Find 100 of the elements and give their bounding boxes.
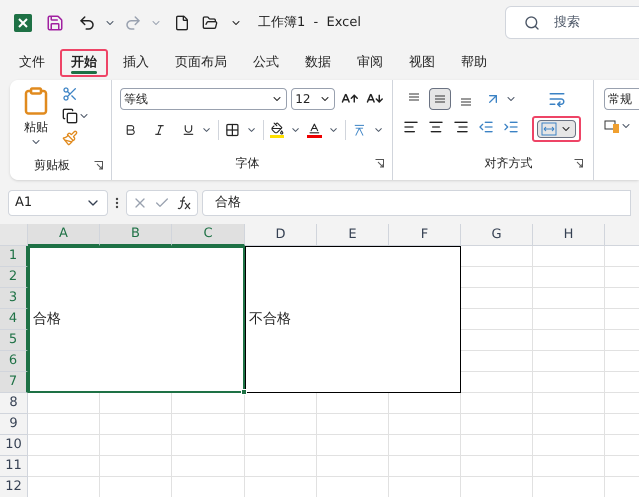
menu-tab[interactable]: 开始	[60, 48, 108, 76]
empty-cell[interactable]	[533, 456, 605, 477]
empty-cell[interactable]	[245, 456, 317, 477]
save-icon[interactable]	[46, 14, 64, 32]
column-header[interactable]: H	[533, 224, 605, 246]
open-folder-icon[interactable]	[202, 14, 218, 30]
column-header[interactable]: D	[245, 224, 317, 246]
empty-cell[interactable]	[461, 246, 533, 267]
menu-tab[interactable]: 数据	[294, 48, 342, 76]
insert-function-icon[interactable]	[176, 195, 192, 211]
align-left-icon[interactable]	[403, 119, 419, 135]
empty-cell[interactable]	[317, 456, 389, 477]
empty-cell[interactable]	[172, 435, 245, 456]
align-right-icon[interactable]	[453, 119, 469, 135]
empty-cell[interactable]	[389, 414, 461, 435]
empty-cell[interactable]	[317, 414, 389, 435]
menu-tab[interactable]: 文件	[8, 48, 56, 76]
cut-icon[interactable]	[62, 86, 78, 102]
empty-cell[interactable]	[461, 393, 533, 414]
empty-cell[interactable]	[100, 456, 172, 477]
empty-cell[interactable]	[533, 393, 605, 414]
empty-cell[interactable]	[461, 267, 533, 288]
wrap-text-icon[interactable]	[548, 90, 566, 108]
column-header[interactable]: G	[461, 224, 533, 246]
menu-tab[interactable]: 插入	[112, 48, 160, 76]
row-header[interactable]: 3	[0, 288, 28, 309]
font-name-field[interactable]: 等线	[120, 88, 288, 110]
row-header[interactable]: 11	[0, 456, 28, 477]
empty-cell[interactable]	[533, 330, 605, 351]
row-header[interactable]: 7	[0, 372, 28, 393]
search-field[interactable]: 搜索	[505, 6, 639, 39]
empty-cell[interactable]	[100, 435, 172, 456]
menu-tab[interactable]: 帮助	[450, 48, 498, 76]
empty-cell[interactable]	[389, 456, 461, 477]
merged-cell[interactable]: 合格	[28, 246, 245, 393]
empty-cell[interactable]	[461, 330, 533, 351]
empty-cell[interactable]	[461, 414, 533, 435]
new-file-icon[interactable]	[174, 14, 190, 30]
more-options-icon[interactable]	[115, 197, 119, 209]
align-center-icon[interactable]	[428, 119, 444, 135]
bold-icon[interactable]	[124, 123, 137, 137]
column-header[interactable]: F	[389, 224, 461, 246]
merged-cell[interactable]: 不合格	[245, 246, 461, 393]
empty-cell[interactable]	[389, 393, 461, 414]
row-header[interactable]: 6	[0, 351, 28, 372]
font-size-field[interactable]: 12	[291, 88, 335, 110]
empty-cell[interactable]	[533, 351, 605, 372]
row-header[interactable]: 5	[0, 330, 28, 351]
launcher-icon[interactable]	[94, 160, 103, 170]
empty-cell[interactable]	[461, 288, 533, 309]
conditional-format-icon[interactable]	[604, 118, 620, 134]
row-header[interactable]: 8	[0, 393, 28, 414]
empty-cell[interactable]	[533, 309, 605, 330]
fill-color-icon[interactable]	[270, 122, 284, 138]
name-box[interactable]: A1	[8, 190, 108, 216]
row-header[interactable]: 1	[0, 246, 28, 267]
empty-cell[interactable]	[533, 435, 605, 456]
row-header[interactable]: 12	[0, 477, 28, 497]
phonetic-guide-icon[interactable]	[352, 122, 367, 138]
number-format-field[interactable]: 常规	[604, 88, 639, 110]
undo-icon[interactable]	[78, 14, 96, 32]
copy-icon[interactable]	[62, 108, 78, 124]
empty-cell[interactable]	[172, 456, 245, 477]
empty-cell[interactable]	[317, 393, 389, 414]
column-header[interactable]: E	[317, 224, 389, 246]
column-header[interactable]	[605, 224, 639, 246]
select-all-corner[interactable]	[0, 224, 28, 246]
empty-cell[interactable]	[461, 372, 533, 393]
empty-cell[interactable]	[533, 288, 605, 309]
italic-icon[interactable]	[152, 123, 166, 137]
empty-cell[interactable]	[533, 267, 605, 288]
row-header[interactable]: 4	[0, 309, 28, 330]
empty-cell[interactable]	[461, 309, 533, 330]
formula-field[interactable]: 合格	[202, 190, 631, 216]
menu-tab[interactable]: 审阅	[346, 48, 394, 76]
menu-tab[interactable]: 公式	[242, 48, 290, 76]
empty-cell[interactable]	[533, 246, 605, 267]
row-header[interactable]: 9	[0, 414, 28, 435]
merge-center-button[interactable]	[532, 116, 581, 142]
decrease-indent-icon[interactable]	[478, 119, 494, 135]
font-color-icon[interactable]	[307, 122, 322, 138]
empty-cell[interactable]	[461, 456, 533, 477]
empty-cell[interactable]	[245, 435, 317, 456]
underline-icon[interactable]	[182, 123, 195, 137]
empty-cell[interactable]	[461, 435, 533, 456]
row-header[interactable]: 10	[0, 435, 28, 456]
empty-cell[interactable]	[389, 435, 461, 456]
empty-cell[interactable]	[533, 372, 605, 393]
launcher-icon[interactable]	[574, 158, 583, 168]
increase-indent-icon[interactable]	[503, 119, 519, 135]
format-painter-icon[interactable]	[62, 130, 78, 146]
menu-tab[interactable]: 视图	[398, 48, 446, 76]
redo-icon[interactable]	[124, 14, 142, 32]
empty-cell[interactable]	[317, 435, 389, 456]
column-header[interactable]: B	[100, 224, 172, 246]
borders-icon[interactable]	[224, 122, 240, 138]
middle-align-icon[interactable]	[429, 88, 451, 110]
launcher-icon[interactable]	[375, 158, 384, 168]
empty-cell[interactable]	[533, 414, 605, 435]
empty-cell[interactable]	[461, 351, 533, 372]
